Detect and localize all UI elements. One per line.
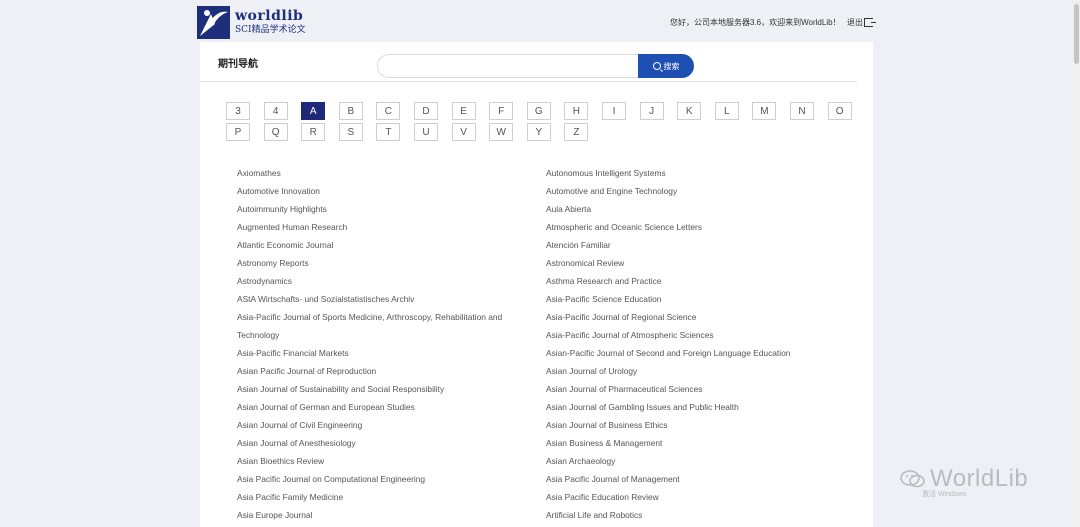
- letter-r[interactable]: R: [301, 123, 326, 141]
- letter-o[interactable]: O: [827, 102, 852, 120]
- logo-name: worldlib: [235, 8, 304, 24]
- journal-link[interactable]: Asian Journal of Urology: [546, 366, 637, 376]
- journal-link[interactable]: Asia-Pacific Journal of Sports Medicine,…: [237, 312, 502, 322]
- journal-link[interactable]: Asia-Pacific Journal of Regional Science: [546, 312, 696, 322]
- journal-link[interactable]: Asian Journal of German and European Stu…: [237, 402, 415, 412]
- logo-subtitle: SCI精品学术论文: [235, 25, 306, 35]
- journal-link[interactable]: Asia Europe Journal: [237, 510, 312, 520]
- journal-link[interactable]: Asia Pacific Journal on Computational En…: [237, 474, 425, 484]
- journal-link[interactable]: Asian Journal of Sustainability and Soci…: [237, 384, 444, 394]
- search-icon: [652, 62, 661, 70]
- letter-n[interactable]: N: [790, 102, 814, 120]
- journal-link[interactable]: Axiomathes: [237, 168, 281, 178]
- journal-link[interactable]: Asian Journal of Anesthesiology: [237, 438, 356, 448]
- letter-c[interactable]: C: [376, 102, 401, 120]
- wechat-icon: [900, 470, 925, 488]
- letter-g[interactable]: G: [526, 102, 551, 120]
- journal-navigation-panel: 期刊导航 搜索 34ABCDEFGHIJKLMNO PQRSTUVWYZ Axio…: [200, 42, 873, 527]
- letter-j[interactable]: J: [639, 102, 664, 120]
- logo-mark-icon: [197, 5, 230, 39]
- watermark-subtext: 激活 Windows: [922, 491, 967, 498]
- letter-e[interactable]: E: [451, 102, 476, 120]
- scrollbar-thumb[interactable]: [1074, 4, 1079, 64]
- letter-f[interactable]: F: [489, 102, 514, 120]
- search-input[interactable]: [377, 54, 639, 78]
- journal-link[interactable]: Asthma Research and Practice: [546, 276, 661, 286]
- letter-h[interactable]: H: [564, 102, 589, 120]
- journal-link[interactable]: Atención Familiar: [546, 240, 611, 250]
- journal-link[interactable]: Atmospheric and Oceanic Science Letters: [546, 222, 702, 232]
- letter-q[interactable]: Q: [263, 123, 288, 141]
- letter-t[interactable]: T: [376, 123, 401, 141]
- journal-link[interactable]: Atlantic Economic Journal: [237, 240, 333, 250]
- journal-link[interactable]: Asia-Pacific Science Education: [546, 294, 661, 304]
- journal-link[interactable]: Astrodynamics: [237, 276, 292, 286]
- welcome-message: 您好，公司本地服务器3.6，欢迎来到WorldLib！: [670, 18, 841, 27]
- divider: [200, 81, 857, 82]
- journal-link[interactable]: Automotive Innovation: [237, 186, 320, 196]
- journal-link[interactable]: Augmented Human Research: [237, 222, 347, 232]
- letter-l[interactable]: L: [714, 102, 739, 120]
- journal-link[interactable]: Asia Pacific Family Medicine: [237, 492, 343, 502]
- letter-3[interactable]: 3: [226, 102, 250, 120]
- site-logo[interactable]: worldlib SCI精品学术论文: [197, 5, 306, 39]
- journal-link[interactable]: Asian Journal of Pharmaceutical Sciences: [546, 384, 702, 394]
- journal-link[interactable]: Aula Abierta: [546, 204, 591, 214]
- journal-link[interactable]: Asia Pacific Journal of Management: [546, 474, 680, 484]
- journal-link[interactable]: AStA Wirtschafts- und Sozialstatistische…: [237, 294, 414, 304]
- search-button-label: 搜索: [663, 61, 680, 71]
- journal-link[interactable]: Asian Journal of Gambling Issues and Pub…: [546, 402, 739, 412]
- journal-link[interactable]: Asian Pacific Journal of Reproduction: [237, 366, 376, 376]
- journal-link[interactable]: Autoimmunity Highlights: [237, 204, 327, 214]
- logout-icon: [864, 18, 876, 27]
- journal-link[interactable]: Astronomical Review: [546, 258, 624, 268]
- search-button[interactable]: 搜索: [638, 54, 694, 78]
- page-title: 期刊导航: [218, 59, 258, 70]
- letter-z[interactable]: Z: [564, 123, 589, 141]
- journal-link[interactable]: Asia Pacific Education Review: [546, 492, 659, 502]
- journal-link[interactable]: Asian Archaeology: [546, 456, 615, 466]
- journal-link[interactable]: Automotive and Engine Technology: [546, 186, 677, 196]
- journal-link[interactable]: Asia-Pacific Journal of Atmospheric Scie…: [546, 330, 714, 340]
- letter-v[interactable]: V: [451, 123, 476, 141]
- scrollbar[interactable]: [1073, 0, 1080, 527]
- letter-i[interactable]: I: [602, 102, 626, 120]
- journal-link[interactable]: Asian Journal of Civil Engineering: [237, 420, 362, 430]
- letter-w[interactable]: W: [489, 123, 514, 141]
- journal-link[interactable]: Asia-Pacific Financial Markets: [237, 348, 349, 358]
- letter-d[interactable]: D: [414, 102, 438, 120]
- top-bar: worldlib SCI精品学术论文 您好，公司本地服务器3.6，欢迎来到Wor…: [0, 0, 1080, 42]
- journal-link[interactable]: Autonomous Intelligent Systems: [546, 168, 666, 178]
- letter-b[interactable]: B: [338, 102, 363, 120]
- journal-link[interactable]: Astronomy Reports: [237, 258, 309, 268]
- journal-link[interactable]: Artificial Life and Robotics: [546, 510, 642, 520]
- letter-s[interactable]: S: [338, 123, 363, 141]
- logout-label: 退出: [847, 18, 863, 27]
- letter-k[interactable]: K: [677, 102, 702, 120]
- letter-m[interactable]: M: [752, 102, 777, 120]
- letter-y[interactable]: Y: [526, 123, 551, 141]
- letter-a[interactable]: A: [301, 102, 326, 120]
- logout-link[interactable]: 退出: [847, 17, 876, 28]
- letter-p[interactable]: P: [226, 123, 250, 141]
- journal-link[interactable]: Asian Business & Management: [546, 438, 662, 448]
- journal-link[interactable]: Asian Journal of Business Ethics: [546, 420, 668, 430]
- letter-4[interactable]: 4: [263, 102, 288, 120]
- journal-link: Technology: [237, 330, 280, 340]
- journal-link[interactable]: Asian Bioethics Review: [237, 456, 324, 466]
- journal-link[interactable]: Asian-Pacific Journal of Second and Fore…: [546, 348, 790, 358]
- letter-u[interactable]: U: [414, 123, 438, 141]
